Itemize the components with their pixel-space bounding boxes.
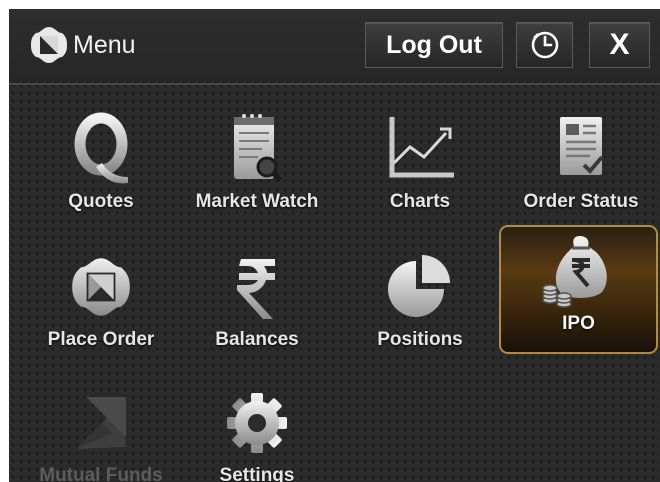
menu-item-positions[interactable]: Positions bbox=[346, 245, 494, 369]
menu-item-label: Mutual Funds bbox=[39, 465, 163, 482]
quotes-q-icon bbox=[74, 112, 128, 184]
menu-title: Menu bbox=[29, 23, 136, 67]
money-bag-rupee-icon bbox=[541, 236, 607, 308]
menu-item-order-status[interactable]: Order Status bbox=[507, 107, 655, 231]
clock-icon bbox=[531, 31, 558, 59]
menu-item-label: Market Watch bbox=[195, 191, 319, 212]
brand-logo-icon bbox=[31, 27, 67, 63]
menu-item-settings[interactable]: Settings bbox=[183, 381, 331, 482]
place-order-logo-icon bbox=[72, 258, 130, 316]
menu-item-place-order[interactable]: Place Order bbox=[27, 245, 175, 369]
menu-item-label: Order Status bbox=[523, 191, 639, 212]
menu-item-label: Charts bbox=[389, 191, 451, 212]
growth-arrow-icon bbox=[76, 397, 126, 449]
menu-item-quotes[interactable]: Quotes bbox=[27, 107, 175, 231]
header-bar: Menu Log Out X bbox=[9, 9, 660, 85]
pie-chart-icon bbox=[388, 255, 450, 317]
menu-item-label: Quotes bbox=[68, 191, 134, 212]
menu-item-label: Settings bbox=[219, 465, 295, 482]
notepad-magnifier-icon bbox=[234, 114, 282, 182]
logout-button[interactable]: Log Out bbox=[365, 22, 503, 68]
menu-item-balances[interactable]: Balances bbox=[183, 245, 331, 369]
menu-title-label: Menu bbox=[73, 30, 136, 59]
menu-item-label: Positions bbox=[377, 329, 463, 350]
menu-item-label: Place Order bbox=[47, 329, 155, 350]
history-button[interactable] bbox=[516, 22, 573, 68]
menu-item-label: IPO bbox=[562, 313, 595, 334]
line-chart-icon bbox=[389, 117, 454, 178]
menu-item-mutual-funds[interactable]: Mutual Funds bbox=[27, 381, 175, 482]
menu-screen: Menu Log Out X Quotes Market Watch Chart… bbox=[9, 9, 660, 482]
menu-item-label: Balances bbox=[215, 329, 299, 350]
menu-item-market-watch[interactable]: Market Watch bbox=[183, 107, 331, 231]
menu-item-charts[interactable]: Charts bbox=[346, 107, 494, 231]
document-check-icon bbox=[560, 117, 604, 175]
menu-item-ipo[interactable]: IPO bbox=[499, 225, 658, 354]
close-button[interactable]: X bbox=[589, 22, 650, 68]
gear-icon bbox=[227, 393, 287, 453]
rupee-icon bbox=[237, 259, 275, 319]
